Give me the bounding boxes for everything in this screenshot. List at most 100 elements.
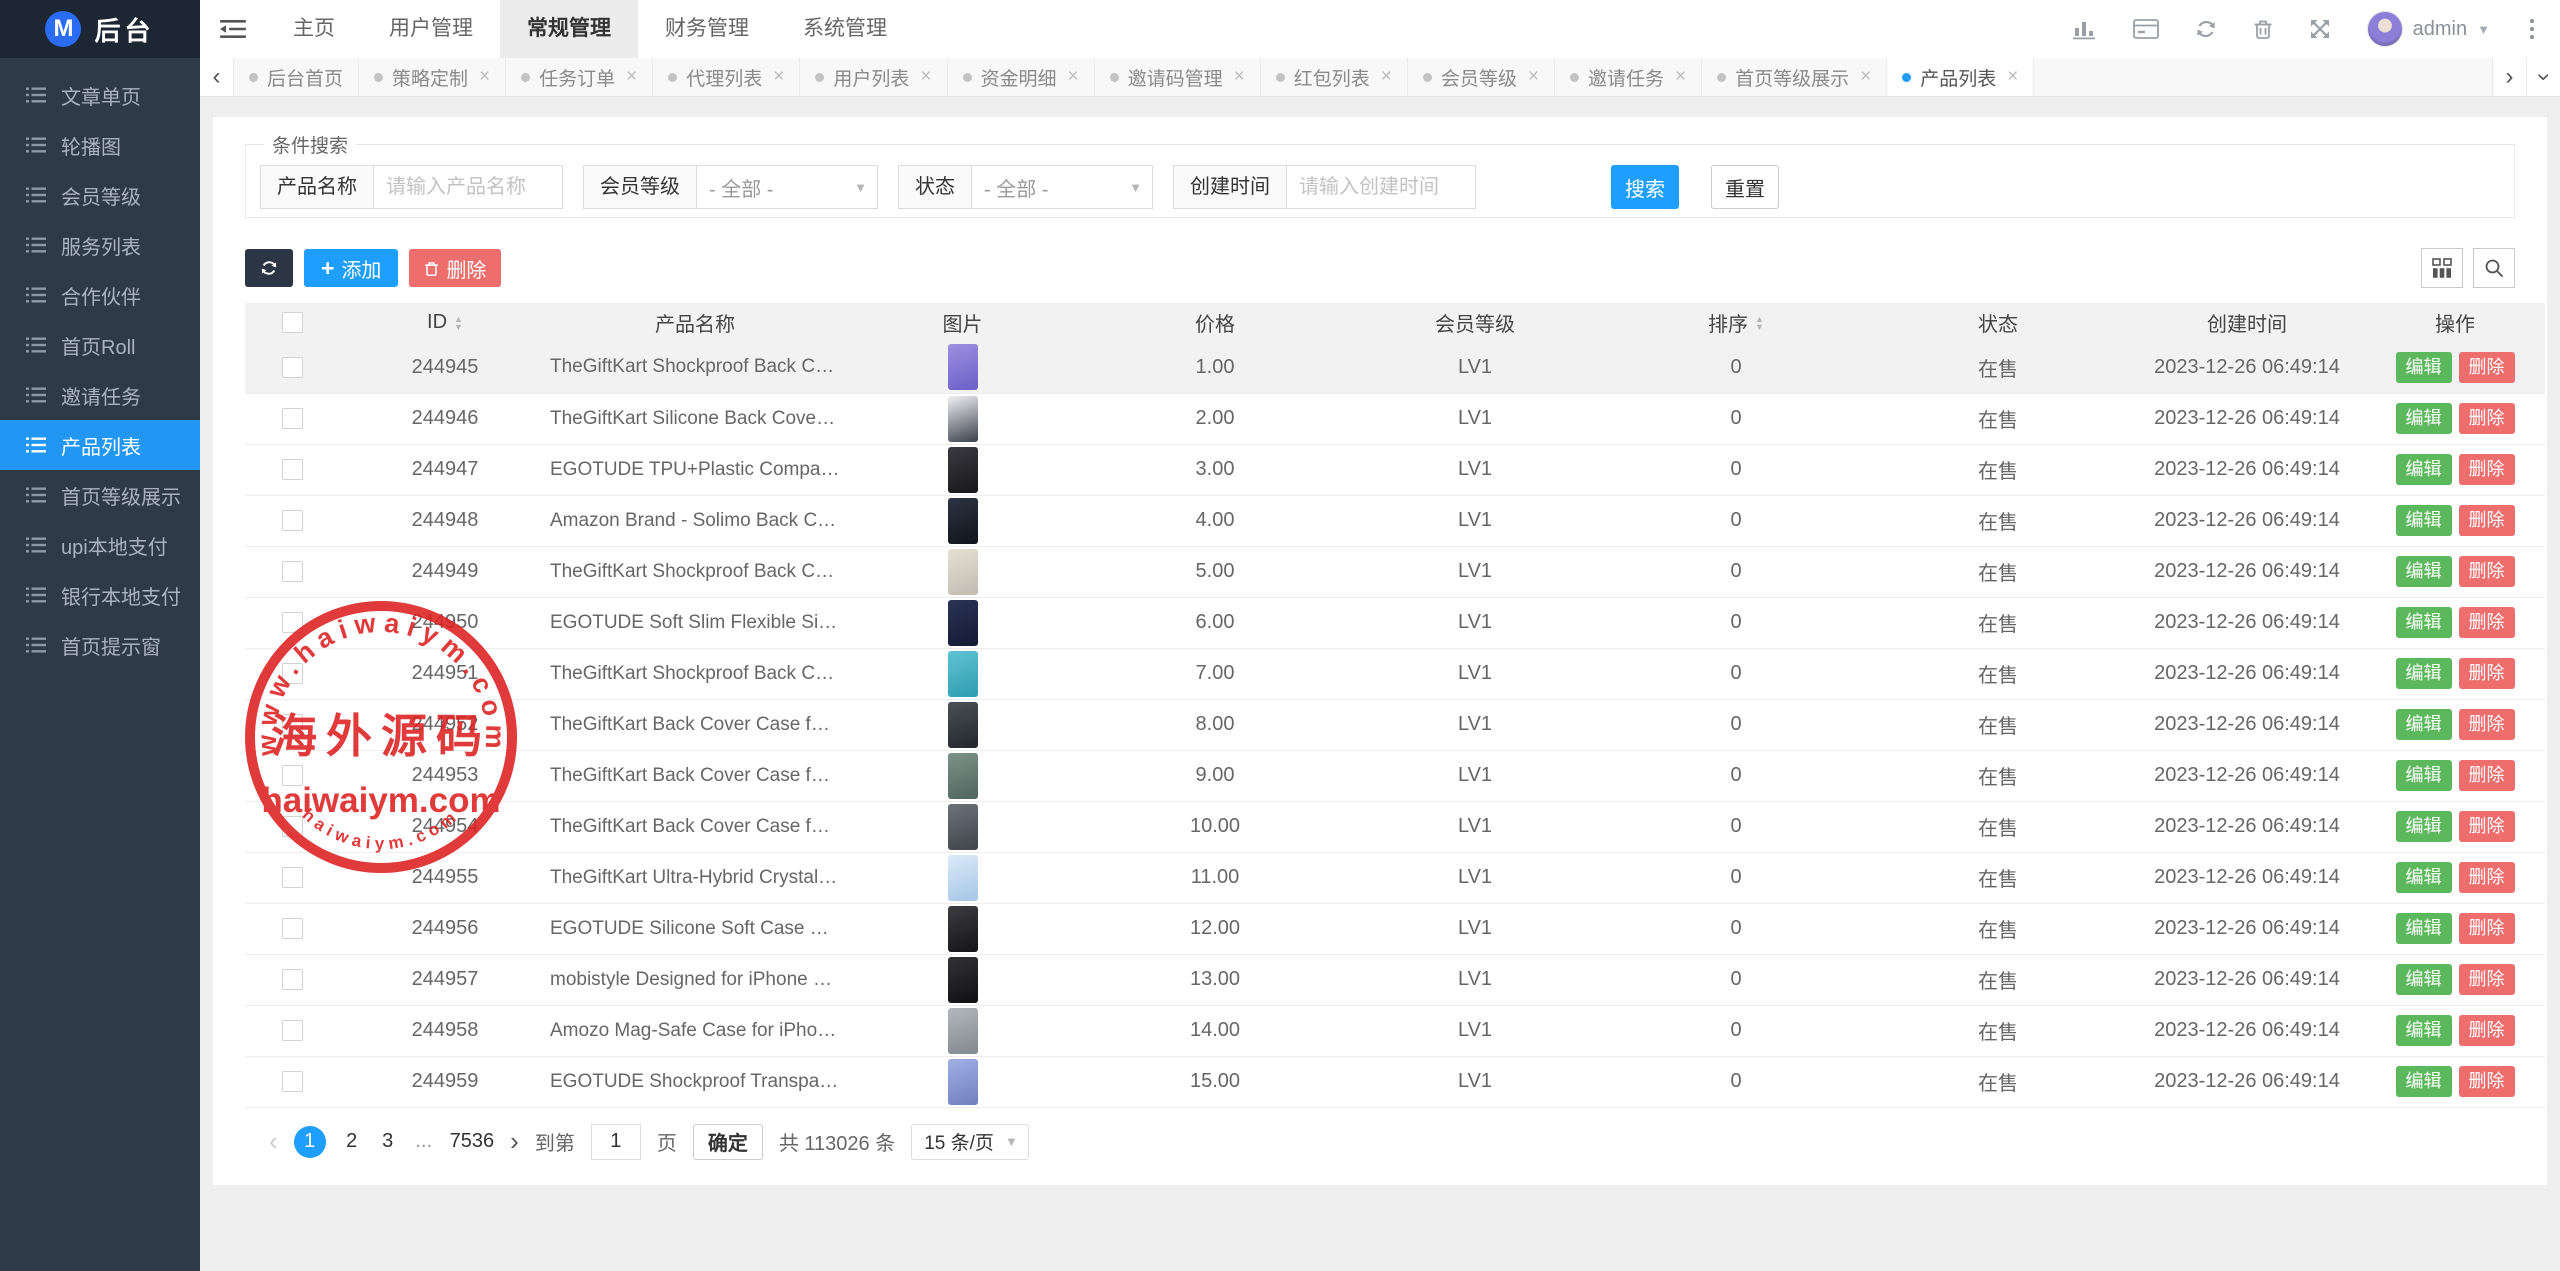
- sidebar-item-11[interactable]: 首页提示窗: [0, 620, 200, 670]
- tab[interactable]: 红包列表 ×: [1261, 58, 1408, 96]
- tab-close-icon[interactable]: ×: [1528, 66, 1539, 88]
- row-delete-button[interactable]: 删除: [2459, 454, 2515, 485]
- column-header[interactable]: 图片: [840, 303, 1085, 342]
- sidebar-item-8[interactable]: 首页等级展示: [0, 470, 200, 520]
- edit-button[interactable]: 编辑: [2396, 964, 2452, 995]
- row-delete-button[interactable]: 删除: [2459, 862, 2515, 893]
- row-checkbox[interactable]: [282, 969, 303, 990]
- row-delete-button[interactable]: 删除: [2459, 352, 2515, 383]
- nav-item[interactable]: 财务管理: [638, 0, 776, 58]
- sidebar-item-1[interactable]: 轮播图: [0, 120, 200, 170]
- tab[interactable]: 邀请码管理 ×: [1095, 58, 1261, 96]
- product-image[interactable]: [948, 957, 978, 1003]
- tab[interactable]: 用户列表 ×: [800, 58, 947, 96]
- edit-button[interactable]: 编辑: [2396, 505, 2452, 536]
- cell-product-name[interactable]: TheGiftKart Ultra-Hybrid Crystal Cl...: [550, 867, 840, 889]
- tab-close-icon[interactable]: ×: [2007, 66, 2018, 88]
- product-image[interactable]: [948, 804, 978, 850]
- edit-button[interactable]: 编辑: [2396, 607, 2452, 638]
- tab-close-icon[interactable]: ×: [1860, 66, 1871, 88]
- row-delete-button[interactable]: 删除: [2459, 811, 2515, 842]
- tab-close-icon[interactable]: ×: [920, 66, 931, 88]
- cell-product-name[interactable]: EGOTUDE Silicone Soft Case Ca...: [550, 918, 840, 940]
- edit-button[interactable]: 编辑: [2396, 352, 2452, 383]
- tabs-scroll-right-icon[interactable]: ›: [2492, 58, 2526, 96]
- sidebar-item-3[interactable]: 服务列表: [0, 220, 200, 270]
- tab[interactable]: 会员等级 ×: [1408, 58, 1555, 96]
- product-image[interactable]: [948, 396, 978, 442]
- fullscreen-icon[interactable]: [2309, 18, 2331, 40]
- sidebar-item-10[interactable]: 银行本地支付: [0, 570, 200, 620]
- edit-button[interactable]: 编辑: [2396, 556, 2452, 587]
- column-header[interactable]: 会员等级: [1345, 303, 1605, 342]
- edit-button[interactable]: 编辑: [2396, 913, 2452, 944]
- tab[interactable]: 代理列表 ×: [653, 58, 800, 96]
- sidebar-item-6[interactable]: 邀请任务: [0, 370, 200, 420]
- edit-button[interactable]: 编辑: [2396, 760, 2452, 791]
- page-number[interactable]: 1: [294, 1126, 326, 1158]
- column-header[interactable]: 产品名称: [550, 303, 840, 342]
- sidebar-item-4[interactable]: 合作伙伴: [0, 270, 200, 320]
- row-delete-button[interactable]: 删除: [2459, 1015, 2515, 1046]
- row-checkbox[interactable]: [282, 714, 303, 735]
- row-checkbox[interactable]: [282, 918, 303, 939]
- product-image[interactable]: [948, 600, 978, 646]
- select-all-checkbox[interactable]: [282, 312, 303, 333]
- product-name-input[interactable]: [373, 165, 563, 209]
- sort-icon[interactable]: ▲▼: [454, 315, 463, 331]
- more-options-icon[interactable]: [2526, 15, 2538, 43]
- trash-icon[interactable]: [2253, 18, 2273, 40]
- row-delete-button[interactable]: 删除: [2459, 913, 2515, 944]
- row-checkbox[interactable]: [282, 663, 303, 684]
- prev-page-icon[interactable]: ‹: [269, 1126, 278, 1157]
- cell-product-name[interactable]: TheGiftKart Back Cover Case for ...: [550, 765, 840, 787]
- sidebar-item-5[interactable]: 首页Roll: [0, 320, 200, 370]
- sidebar-item-9[interactable]: upi本地支付: [0, 520, 200, 570]
- edit-button[interactable]: 编辑: [2396, 862, 2452, 893]
- row-delete-button[interactable]: 删除: [2459, 760, 2515, 791]
- tabs-menu-icon[interactable]: ›: [2526, 58, 2560, 96]
- row-delete-button[interactable]: 删除: [2459, 1066, 2515, 1097]
- cell-product-name[interactable]: EGOTUDE TPU+Plastic Compatibl...: [550, 459, 840, 481]
- row-checkbox[interactable]: [282, 1020, 303, 1041]
- cell-product-name[interactable]: EGOTUDE Shockproof Transpare...: [550, 1071, 840, 1093]
- product-image[interactable]: [948, 549, 978, 595]
- page-size-select[interactable]: 15 条/页 ▼: [911, 1124, 1029, 1160]
- reset-button[interactable]: 重置: [1711, 165, 1779, 209]
- product-image[interactable]: [948, 753, 978, 799]
- tab-close-icon[interactable]: ×: [773, 66, 784, 88]
- tab[interactable]: 首页等级展示 ×: [1702, 58, 1887, 96]
- search-button[interactable]: 搜索: [1611, 165, 1679, 209]
- row-checkbox[interactable]: [282, 408, 303, 429]
- cell-product-name[interactable]: mobistyle Designed for iPhone 12 ...: [550, 969, 840, 991]
- add-button[interactable]: + 添加: [304, 249, 398, 287]
- tab-close-icon[interactable]: ×: [1675, 66, 1686, 88]
- column-header[interactable]: ID ▲▼: [340, 303, 550, 342]
- cell-product-name[interactable]: TheGiftKart Back Cover Case for ...: [550, 816, 840, 838]
- tab[interactable]: 资金明细 ×: [948, 58, 1095, 96]
- row-delete-button[interactable]: 删除: [2459, 964, 2515, 995]
- column-header[interactable]: 排序 ▲▼: [1605, 303, 1867, 342]
- tab-close-icon[interactable]: ×: [626, 66, 637, 88]
- sidebar-item-2[interactable]: 会员等级: [0, 170, 200, 220]
- page-number[interactable]: 7536: [450, 1130, 495, 1153]
- product-image[interactable]: [948, 702, 978, 748]
- app-logo[interactable]: M 后台: [0, 0, 200, 58]
- cell-product-name[interactable]: TheGiftKart Shockproof Back Cove...: [550, 561, 840, 583]
- card-panel-icon[interactable]: [2133, 19, 2159, 39]
- edit-button[interactable]: 编辑: [2396, 709, 2452, 740]
- cell-product-name[interactable]: TheGiftKart Shockproof Back Cove...: [550, 663, 840, 685]
- product-image[interactable]: [948, 447, 978, 493]
- column-header[interactable]: 操作: [2365, 303, 2545, 342]
- page-number[interactable]: 2: [342, 1130, 362, 1153]
- tab[interactable]: 邀请任务 ×: [1555, 58, 1702, 96]
- cell-product-name[interactable]: EGOTUDE Soft Slim Flexible Silic...: [550, 612, 840, 634]
- product-image[interactable]: [948, 344, 978, 390]
- created-time-input[interactable]: [1286, 165, 1476, 209]
- row-delete-button[interactable]: 删除: [2459, 505, 2515, 536]
- sort-icon[interactable]: ▲▼: [1755, 315, 1764, 331]
- row-checkbox[interactable]: [282, 612, 303, 633]
- row-delete-button[interactable]: 删除: [2459, 607, 2515, 638]
- row-checkbox[interactable]: [282, 561, 303, 582]
- tab[interactable]: 后台首页: [234, 58, 359, 96]
